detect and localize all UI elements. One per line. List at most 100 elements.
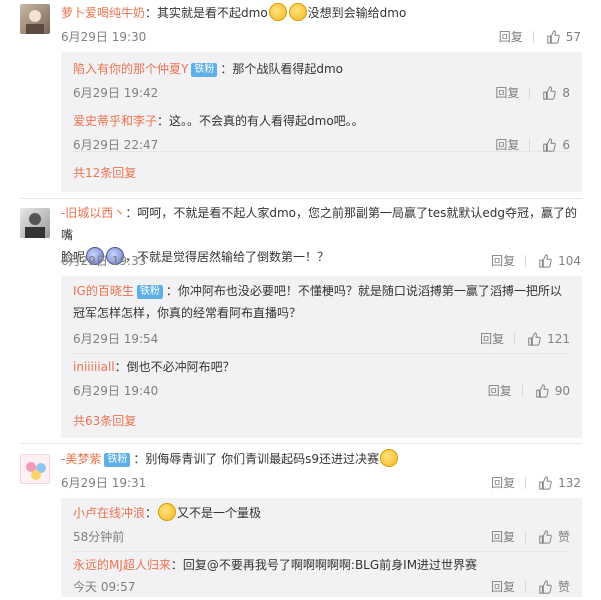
like-count: 104 [558, 253, 581, 268]
comment-body-2: 没想到会输给dmo [307, 6, 407, 20]
timestamp: 6月29日 19:30 [61, 30, 147, 44]
reply-list: IG的百晓生 铁粉 ：你冲阿布也没必要吧！不懂梗吗？就是随口说滔搏第一赢了滔搏一把所… [61, 276, 582, 438]
reply-item: 永远的MJ超人归来：回复@不要再我号了啊啊啊啊啊:BLG前身IM进过世界赛 今天… [73, 554, 582, 600]
username[interactable]: 萝卜爱喝纯牛奶 [61, 6, 145, 20]
thumb-up-icon [546, 29, 560, 44]
like-count: 8 [562, 85, 570, 100]
comment-body: ：别侮辱青训了 你们青训最起码s9还进过决赛 [133, 452, 380, 466]
username[interactable]: -旧城以西丶 [61, 206, 125, 220]
reply-item: iniiiiiall：倒也不必冲阿布吧？ 6月29日 19:40 回复 90 [73, 356, 582, 402]
reply-button[interactable]: 回复 [480, 330, 504, 347]
username[interactable]: 永远的MJ超人归来 [73, 558, 171, 572]
avatar[interactable] [20, 4, 50, 34]
like-button[interactable]: 6 [542, 138, 570, 152]
laugh-cry-emoji-icon [288, 3, 307, 21]
like-button[interactable]: 57 [546, 30, 581, 44]
thumb-up-icon [539, 579, 552, 594]
divider [514, 332, 516, 345]
thumb-up-icon [535, 383, 549, 398]
reply-button[interactable]: 回复 [495, 84, 519, 101]
comment-body: ：其实就是看不起dmo [145, 6, 268, 20]
like-button[interactable]: 121 [527, 332, 570, 346]
username[interactable]: 小卢在线冲浪 [73, 506, 145, 520]
reply-button[interactable]: 回复 [491, 474, 515, 491]
reply-list: 小卢在线冲浪： 又不是一个量极 58分钟前 回复 赞 永远的MJ超人归来：回复@不… [61, 498, 582, 597]
reply-actions: 回复 8 [495, 84, 570, 101]
timestamp: 6月29日 19:33 [61, 254, 147, 268]
separator-line [73, 551, 570, 552]
like-count: 90 [554, 383, 570, 398]
reply-text: 小卢在线冲浪： 又不是一个量极 [73, 502, 582, 524]
laugh-cry-emoji-icon [268, 3, 287, 21]
avatar-image [25, 213, 45, 238]
reply-actions: 回复 6 [495, 136, 570, 153]
reply-actions: 回复 赞 [491, 528, 570, 545]
like-button[interactable]: 赞 [538, 528, 570, 545]
reply-item: IG的百晓生 铁粉 ：你冲阿布也没必要吧！不懂梗吗？就是随口说滔搏第一赢了滔搏一把所… [73, 280, 582, 350]
divider [529, 138, 531, 151]
like-button[interactable]: 赞 [538, 578, 570, 595]
avatar[interactable] [20, 208, 50, 238]
reply-text: 永远的MJ超人归来：回复@不要再我号了啊啊啊啊啊:BLG前身IM进过世界赛 [73, 554, 582, 576]
reply-button[interactable]: 回复 [491, 252, 515, 269]
divider [524, 530, 526, 543]
divider [521, 384, 523, 397]
timestamp: 58分钟前 [73, 530, 125, 544]
reply-item: 爱史蒂乎和李子：这。。不会真的有人看得起dmo吧。。 6月29日 22:47 回… [73, 110, 582, 156]
reply-button[interactable]: 回复 [499, 28, 523, 45]
reply-body: ：倒也不必冲阿布吧？ [114, 360, 235, 374]
reply-button[interactable]: 回复 [495, 136, 519, 153]
timestamp: 6月29日 22:47 [73, 138, 159, 152]
thumb-up-icon [543, 137, 557, 152]
like-label: 赞 [557, 580, 570, 594]
avatar-image [26, 462, 46, 480]
divider [524, 580, 526, 593]
like-count: 132 [558, 475, 581, 490]
like-label: 赞 [557, 530, 570, 544]
like-count: 57 [565, 29, 581, 44]
reply-text: IG的百晓生 铁粉 ：你冲阿布也没必要吧！不懂梗吗？就是随口说滔搏第一赢了滔搏一把所… [73, 280, 582, 324]
username[interactable]: -美梦紫 [61, 452, 101, 466]
comment-separator [20, 198, 582, 199]
smile-emoji-icon [380, 449, 399, 467]
username[interactable]: iniiiiiall [73, 360, 115, 374]
reply-text: iniiiiiall：倒也不必冲阿布吧？ [73, 356, 582, 378]
username[interactable]: IG的百晓生 [73, 284, 134, 298]
thumb-up-icon [539, 475, 552, 490]
reply-text: 爱史蒂乎和李子：这。。不会真的有人看得起dmo吧。。 [73, 110, 582, 132]
avatar[interactable] [20, 454, 50, 484]
username[interactable]: 爱史蒂乎和李子 [73, 114, 157, 128]
comment-text: -美梦紫 铁粉 ：别侮辱青训了 你们青训最起码s9还进过决赛 [61, 448, 587, 470]
more-replies-link[interactable]: 共12条回复 [73, 164, 136, 181]
reply-button[interactable]: 回复 [488, 382, 512, 399]
reply-actions: 回复 赞 [491, 578, 570, 595]
timestamp: 6月29日 19:31 [61, 476, 147, 490]
timestamp: 6月29日 19:40 [73, 384, 159, 398]
fan-badge: 铁粉 [136, 285, 163, 299]
more-replies-link[interactable]: 共63条回复 [73, 412, 136, 429]
divider [525, 254, 527, 267]
reply-button[interactable]: 回复 [491, 578, 515, 595]
reply-body: ：那个战队看得起dmo [220, 62, 343, 76]
reply-body-2: 冠军怎样怎样，你真的经常看阿布直播吗？ [73, 306, 302, 320]
username[interactable]: 陷入有你的那个仲夏Y [73, 62, 188, 76]
timestamp: 今天 09:57 [73, 580, 136, 594]
like-button[interactable]: 132 [538, 476, 581, 490]
reply-body: ： [145, 506, 158, 520]
comment-body: ：呵呵，不就是看不起人家dmo，您之前那副第一局赢了tes就默认edg夺冠，赢了… [61, 206, 577, 242]
reply-body: ：你冲阿布也没必要吧！不懂梗吗？就是随口说滔搏第一赢了滔搏一把所以 [165, 284, 562, 298]
divider [532, 30, 534, 43]
thumb-up-icon [539, 253, 552, 268]
divider [529, 86, 531, 99]
comment-actions: 回复 104 [491, 252, 581, 269]
reply-button[interactable]: 回复 [491, 528, 515, 545]
reply-body: ：回复@不要再我号了啊啊啊啊啊:BLG前身IM进过世界赛 [170, 558, 478, 572]
avatar-image [26, 10, 44, 34]
surprised-emoji-icon [158, 503, 177, 521]
like-button[interactable]: 8 [542, 86, 570, 100]
comment-body-3: ，不就是觉得居然输给了倒数第一！？ [125, 250, 330, 264]
comment-text: 萝卜爱喝纯牛奶：其实就是看不起dmo 没想到会输给dmo [61, 2, 587, 24]
like-button[interactable]: 90 [535, 384, 570, 398]
like-button[interactable]: 104 [538, 254, 581, 268]
comment-separator [20, 443, 582, 444]
